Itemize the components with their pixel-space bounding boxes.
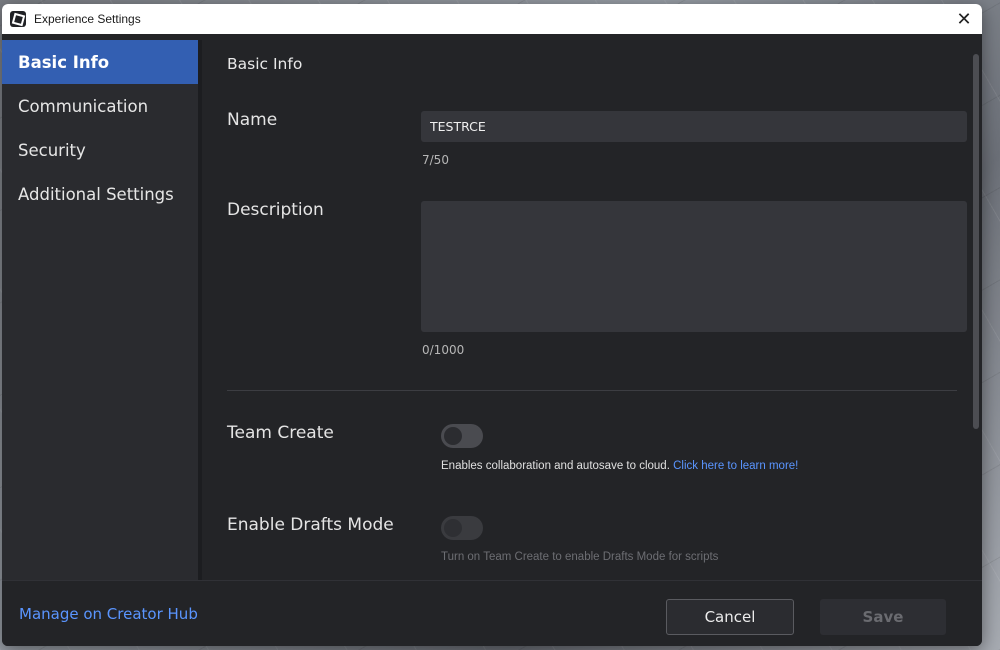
close-button[interactable]: ✕ <box>952 7 976 31</box>
drafts-mode-toggle[interactable] <box>441 516 483 540</box>
team-create-helper: Enables collaboration and autosave to cl… <box>441 460 798 472</box>
scrollbar[interactable] <box>973 54 979 429</box>
drafts-mode-helper: Turn on Team Create to enable Drafts Mod… <box>441 551 719 563</box>
team-create-helper-text: Enables collaboration and autosave to cl… <box>441 460 670 472</box>
team-create-label: Team Create <box>227 423 334 443</box>
toggle-knob <box>444 519 462 537</box>
sidebar-item-communication[interactable]: Communication <box>2 84 198 128</box>
settings-panel: Basic Info Name 7/50 Description 0/1000 … <box>202 40 982 580</box>
description-input[interactable] <box>421 201 967 332</box>
section-title: Basic Info <box>227 55 303 73</box>
dialog-footer: Manage on Creator Hub Cancel Save <box>2 580 982 646</box>
cancel-button[interactable]: Cancel <box>666 599 794 635</box>
description-char-counter: 0/1000 <box>422 343 465 357</box>
title-bar: Experience Settings ✕ <box>2 4 982 34</box>
drafts-mode-label: Enable Drafts Mode <box>227 515 394 535</box>
section-divider <box>227 390 957 391</box>
experience-settings-dialog: Experience Settings ✕ Basic Info Communi… <box>2 4 982 646</box>
name-label: Name <box>227 110 278 130</box>
name-input[interactable] <box>421 111 967 142</box>
learn-more-link[interactable]: Click here to learn more! <box>673 460 798 472</box>
sidebar-item-security[interactable]: Security <box>2 128 198 172</box>
sidebar-item-basic-info[interactable]: Basic Info <box>2 40 198 84</box>
toggle-knob <box>444 427 462 445</box>
description-label: Description <box>227 200 324 220</box>
name-char-counter: 7/50 <box>422 153 449 167</box>
manage-on-creator-hub-link[interactable]: Manage on Creator Hub <box>19 605 198 623</box>
save-button[interactable]: Save <box>820 599 946 635</box>
sidebar: Basic Info Communication Security Additi… <box>2 40 198 580</box>
sidebar-item-additional-settings[interactable]: Additional Settings <box>2 172 198 216</box>
window-title: Experience Settings <box>34 12 141 26</box>
roblox-studio-icon <box>10 11 26 27</box>
team-create-toggle[interactable] <box>441 424 483 448</box>
